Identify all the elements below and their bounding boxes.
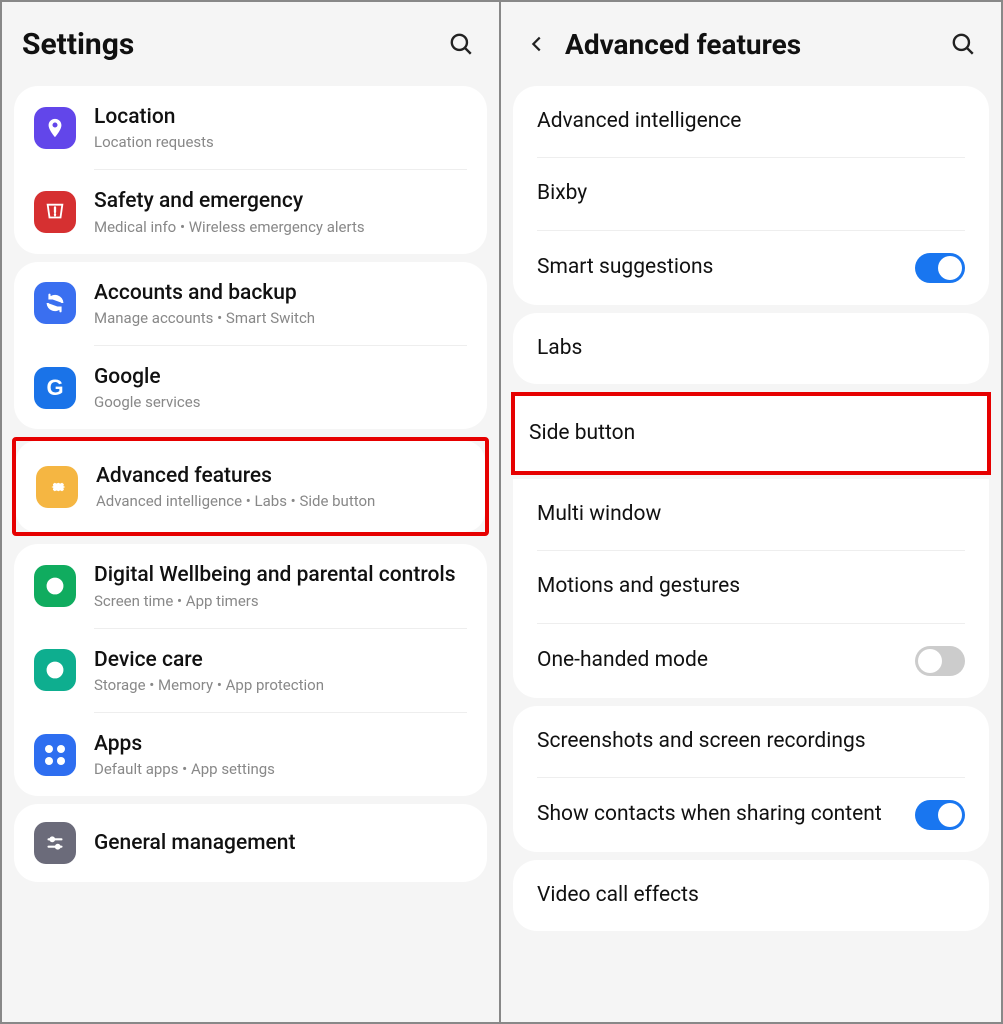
- item-subtitle: Advanced intelligence • Labs • Side butt…: [96, 492, 465, 510]
- item-title: Advanced features: [96, 463, 465, 490]
- item-title: Advanced intelligence: [537, 108, 965, 135]
- page-title: Settings: [22, 27, 443, 62]
- advanced-item-smart-suggestions[interactable]: Smart suggestions: [513, 231, 989, 305]
- settings-header: Settings: [2, 2, 499, 78]
- item-title: Digital Wellbeing and parental controls: [94, 562, 467, 589]
- item-title: Show contacts when sharing content: [537, 801, 915, 828]
- advanced-item-intelligence[interactable]: Advanced intelligence: [513, 86, 989, 157]
- advanced-group: Multi window Motions and gestures One-ha…: [513, 479, 989, 698]
- item-subtitle: Default apps • App settings: [94, 760, 467, 778]
- search-icon[interactable]: [945, 26, 981, 62]
- apps-icon: [34, 734, 76, 776]
- advanced-item-bixby[interactable]: Bixby: [513, 158, 989, 229]
- toggle-one-handed[interactable]: [915, 646, 965, 676]
- settings-pane: Settings Location Location requests: [2, 2, 501, 1022]
- item-title: One-handed mode: [537, 647, 915, 674]
- sync-icon: [34, 282, 76, 324]
- search-icon[interactable]: [443, 26, 479, 62]
- item-subtitle: Storage • Memory • App protection: [94, 676, 467, 694]
- item-title: Side button: [529, 420, 973, 447]
- item-title: Smart suggestions: [537, 254, 915, 281]
- advanced-item-multi-window[interactable]: Multi window: [513, 479, 989, 550]
- advanced-item-screenshots[interactable]: Screenshots and screen recordings: [513, 706, 989, 777]
- item-subtitle: Manage accounts • Smart Switch: [94, 309, 467, 327]
- settings-item-advanced-features[interactable]: Advanced features Advanced intelligence …: [16, 441, 485, 532]
- item-title: Device care: [94, 647, 467, 674]
- wellbeing-icon: [34, 565, 76, 607]
- settings-item-wellbeing[interactable]: Digital Wellbeing and parental controls …: [14, 544, 487, 627]
- item-title: General management: [94, 830, 467, 857]
- item-title: Screenshots and screen recordings: [537, 728, 965, 755]
- advanced-item-video-call[interactable]: Video call effects: [513, 860, 989, 931]
- settings-item-location[interactable]: Location Location requests: [14, 86, 487, 169]
- item-title: Multi window: [537, 501, 965, 528]
- google-icon: G: [34, 367, 76, 409]
- sliders-icon: [34, 822, 76, 864]
- item-title: Apps: [94, 731, 467, 758]
- settings-item-device-care[interactable]: Device care Storage • Memory • App prote…: [14, 629, 487, 712]
- item-title: Safety and emergency: [94, 188, 467, 215]
- settings-group: Location Location requests Safety and em…: [14, 86, 487, 254]
- item-title: Google: [94, 364, 467, 391]
- advanced-item-one-handed[interactable]: One-handed mode: [513, 624, 989, 698]
- toggle-smart-suggestions[interactable]: [915, 253, 965, 283]
- back-icon[interactable]: [521, 28, 553, 60]
- advanced-group: Advanced intelligence Bixby Smart sugges…: [513, 86, 989, 305]
- advanced-group: Labs: [513, 313, 989, 384]
- item-subtitle: Google services: [94, 393, 467, 411]
- settings-item-google[interactable]: G Google Google services: [14, 346, 487, 429]
- settings-item-apps[interactable]: Apps Default apps • App settings: [14, 713, 487, 796]
- location-icon: [34, 107, 76, 149]
- item-title: Video call effects: [537, 882, 965, 909]
- settings-group: Digital Wellbeing and parental controls …: [14, 544, 487, 796]
- item-title: Bixby: [537, 180, 965, 207]
- advanced-header: Advanced features: [501, 2, 1001, 78]
- settings-group: General management: [14, 804, 487, 882]
- advanced-item-labs[interactable]: Labs: [513, 313, 989, 384]
- settings-item-accounts[interactable]: Accounts and backup Manage accounts • Sm…: [14, 262, 487, 345]
- settings-item-safety[interactable]: Safety and emergency Medical info • Wire…: [14, 170, 487, 253]
- advanced-item-show-contacts[interactable]: Show contacts when sharing content: [513, 778, 989, 852]
- advanced-group: Screenshots and screen recordings Show c…: [513, 706, 989, 852]
- advanced-group: Video call effects: [513, 860, 989, 931]
- item-title: Motions and gestures: [537, 573, 965, 600]
- item-subtitle: Medical info • Wireless emergency alerts: [94, 218, 467, 236]
- device-care-icon: [34, 649, 76, 691]
- item-title: Accounts and backup: [94, 280, 467, 307]
- settings-item-general[interactable]: General management: [14, 804, 487, 882]
- item-title: Location: [94, 104, 467, 131]
- page-title: Advanced features: [565, 28, 945, 61]
- toggle-show-contacts[interactable]: [915, 800, 965, 830]
- gear-icon: [36, 466, 78, 508]
- advanced-item-side-button[interactable]: Side button: [515, 396, 987, 471]
- item-subtitle: Screen time • App timers: [94, 592, 467, 610]
- advanced-item-motions[interactable]: Motions and gestures: [513, 551, 989, 622]
- safety-icon: [34, 191, 76, 233]
- advanced-features-pane: Advanced features Advanced intelligence …: [501, 2, 1001, 1022]
- settings-group: Accounts and backup Manage accounts • Sm…: [14, 262, 487, 430]
- item-subtitle: Location requests: [94, 133, 467, 151]
- item-title: Labs: [537, 335, 965, 362]
- highlight-advanced-features: Advanced features Advanced intelligence …: [12, 437, 489, 536]
- highlight-side-button: Side button: [511, 392, 991, 475]
